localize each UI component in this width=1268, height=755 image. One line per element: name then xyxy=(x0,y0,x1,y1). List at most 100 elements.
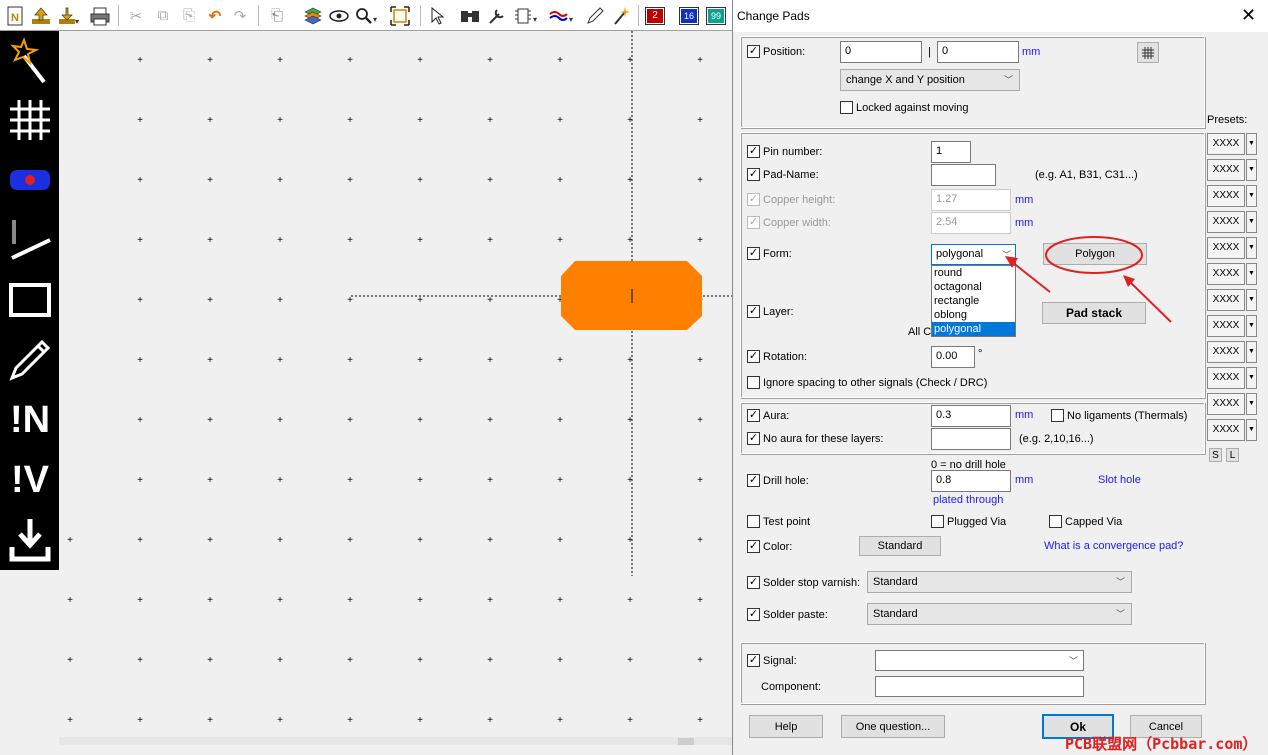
rotation-input[interactable]: 0.00 xyxy=(931,346,975,368)
find-icon[interactable] xyxy=(458,5,482,26)
form-checkbox[interactable]: ✓ xyxy=(747,247,760,260)
preset-value[interactable]: XXXX xyxy=(1207,367,1245,389)
preset-arrow-icon[interactable]: ▼ xyxy=(1246,237,1257,259)
plugged-via-checkbox[interactable] xyxy=(931,515,944,528)
layout-canvas[interactable]: + + + + + + + + + + + + + + + + + + + + + + + + + + + + + + + + + + + + + + + +… xyxy=(59,31,732,745)
position-x-input[interactable]: 0 xyxy=(840,41,922,63)
capped-via-checkbox[interactable] xyxy=(1049,515,1062,528)
macro-icon[interactable]: ⎗ xyxy=(266,5,288,26)
scrollbar-thumb[interactable] xyxy=(678,738,694,745)
undo-icon[interactable]: ↶ xyxy=(205,5,225,26)
preset-item[interactable]: XXXX ▼ xyxy=(1207,289,1257,311)
preset-arrow-icon[interactable]: ▼ xyxy=(1246,133,1257,155)
preset-value[interactable]: XXXX xyxy=(1207,315,1245,337)
preset-l-button[interactable]: L xyxy=(1226,448,1239,462)
preset-arrow-icon[interactable]: ▼ xyxy=(1246,315,1257,337)
grid-button[interactable] xyxy=(1137,42,1159,63)
position-mode-select[interactable]: change X and Y position ﹀ xyxy=(840,69,1020,91)
new-file-icon[interactable]: N xyxy=(6,5,24,26)
drc-icon[interactable]: ▾ xyxy=(513,5,543,26)
pin-number-input[interactable]: 1 xyxy=(931,141,971,163)
track-tool-icon[interactable] xyxy=(6,213,54,267)
preset-item[interactable]: XXXX ▼ xyxy=(1207,211,1257,233)
autoroute-icon[interactable] xyxy=(610,5,632,26)
layer-checkbox[interactable]: ✓ xyxy=(747,305,760,318)
preset-value[interactable]: XXXX xyxy=(1207,159,1245,181)
aura-input[interactable]: 0.3 xyxy=(931,405,1011,427)
preset-arrow-icon[interactable]: ▼ xyxy=(1246,419,1257,441)
pencil-tool-icon[interactable] xyxy=(6,333,54,387)
zoom-fit-icon[interactable] xyxy=(388,5,412,26)
drill-input[interactable]: 0.8 xyxy=(931,470,1011,492)
layers-icon[interactable] xyxy=(302,5,324,26)
preset-item[interactable]: XXXX ▼ xyxy=(1207,341,1257,363)
solder-stop-select[interactable]: Standard ﹀ xyxy=(867,571,1132,593)
help-button[interactable]: Help xyxy=(749,715,823,738)
preset-s-button[interactable]: S xyxy=(1209,448,1222,462)
position-y-input[interactable]: 0 xyxy=(937,41,1019,63)
import-icon[interactable]: ▾ xyxy=(56,5,82,26)
copper-width-checkbox[interactable]: ✓ xyxy=(747,216,760,229)
copy-icon[interactable]: ⧉ xyxy=(152,5,174,26)
locked-checkbox[interactable] xyxy=(840,101,853,114)
rectangle-tool-icon[interactable] xyxy=(6,273,54,327)
preset-value[interactable]: XXXX xyxy=(1207,133,1245,155)
preset-arrow-icon[interactable]: ▼ xyxy=(1246,159,1257,181)
preset-value[interactable]: XXXX xyxy=(1207,237,1245,259)
preset-arrow-icon[interactable]: ▼ xyxy=(1246,211,1257,233)
route-icon[interactable]: ▾ xyxy=(548,5,578,26)
preset-value[interactable]: XXXX xyxy=(1207,341,1245,363)
cut-icon[interactable]: ✂ xyxy=(126,5,146,26)
preset-arrow-icon[interactable]: ▼ xyxy=(1246,393,1257,415)
download-icon[interactable] xyxy=(6,513,54,567)
aura-checkbox[interactable]: ✓ xyxy=(747,409,760,422)
pen-icon[interactable] xyxy=(584,5,606,26)
preset-value[interactable]: XXXX xyxy=(1207,393,1245,415)
preset-item[interactable]: XXXX ▼ xyxy=(1207,419,1257,441)
preset-value[interactable]: XXXX xyxy=(1207,419,1245,441)
copper-height-checkbox[interactable]: ✓ xyxy=(747,193,760,206)
select-icon[interactable] xyxy=(428,5,446,26)
view-icon[interactable] xyxy=(328,5,350,26)
grid-icon[interactable] xyxy=(6,93,54,147)
preset-item[interactable]: XXXX ▼ xyxy=(1207,185,1257,207)
preset-value[interactable]: XXXX xyxy=(1207,289,1245,311)
rotation-checkbox[interactable]: ✓ xyxy=(747,350,760,363)
export-icon[interactable] xyxy=(29,5,53,26)
layer-badge-2[interactable]: 2 xyxy=(644,5,666,26)
name-tool[interactable]: !N xyxy=(6,393,54,447)
test-point-checkbox[interactable] xyxy=(747,515,760,528)
solder-paste-select[interactable]: Standard ﹀ xyxy=(867,603,1132,625)
preset-item[interactable]: XXXX ▼ xyxy=(1207,393,1257,415)
ignore-spacing-checkbox[interactable] xyxy=(747,376,760,389)
close-icon[interactable]: ✕ xyxy=(1241,5,1256,26)
preset-value[interactable]: XXXX xyxy=(1207,263,1245,285)
solder-stop-checkbox[interactable]: ✓ xyxy=(747,576,760,589)
layer-badge-99[interactable]: 99 xyxy=(705,5,727,26)
slot-hole-link[interactable]: Slot hole xyxy=(1098,474,1141,486)
position-checkbox[interactable]: ✓ xyxy=(747,45,760,58)
zoom-icon[interactable]: ▾ xyxy=(353,5,381,26)
pad-name-checkbox[interactable]: ✓ xyxy=(747,168,760,181)
copper-height-input[interactable]: 1.27 xyxy=(931,189,1011,211)
color-standard-button[interactable]: Standard xyxy=(859,536,941,556)
preset-value[interactable]: XXXX xyxy=(1207,211,1245,233)
one-question-button[interactable]: One question... xyxy=(841,715,945,738)
pad-name-input[interactable] xyxy=(931,164,996,186)
value-tool[interactable]: !V xyxy=(6,453,54,507)
preset-value[interactable]: XXXX xyxy=(1207,185,1245,207)
redo-icon[interactable]: ↷ xyxy=(230,5,250,26)
preset-arrow-icon[interactable]: ▼ xyxy=(1246,367,1257,389)
horizontal-scrollbar[interactable] xyxy=(59,737,732,745)
preset-item[interactable]: XXXX ▼ xyxy=(1207,237,1257,259)
convergence-pad-link[interactable]: What is a convergence pad? xyxy=(1044,540,1183,552)
no-ligaments-checkbox[interactable] xyxy=(1051,409,1064,422)
preset-arrow-icon[interactable]: ▼ xyxy=(1246,341,1257,363)
layer-badge-16[interactable]: 16 xyxy=(678,5,700,26)
print-icon[interactable] xyxy=(88,5,112,26)
preset-item[interactable]: XXXX ▼ xyxy=(1207,367,1257,389)
pad-tool-icon[interactable] xyxy=(6,153,54,207)
preset-item[interactable]: XXXX ▼ xyxy=(1207,133,1257,155)
preset-item[interactable]: XXXX ▼ xyxy=(1207,315,1257,337)
solder-paste-checkbox[interactable]: ✓ xyxy=(747,608,760,621)
